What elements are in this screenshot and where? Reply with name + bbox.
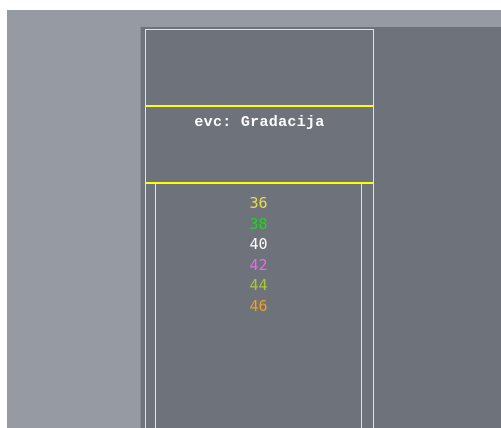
panel-title: evc: Gradacija [194,114,325,131]
list-item[interactable]: 44 [155,275,362,296]
list-item[interactable]: 36 [155,193,362,214]
empty-top-box [145,29,374,107]
header-box: evc: Gradacija [145,105,374,184]
panel-edge [140,27,141,428]
list-item[interactable]: 38 [155,214,362,235]
list-item[interactable]: 40 [155,234,362,255]
value-list: 36 38 40 42 44 46 [155,193,362,316]
gradation-panel: evc: Gradacija 36 38 40 42 44 46 [140,27,501,428]
list-item[interactable]: 46 [155,296,362,317]
list-item[interactable]: 42 [155,255,362,276]
